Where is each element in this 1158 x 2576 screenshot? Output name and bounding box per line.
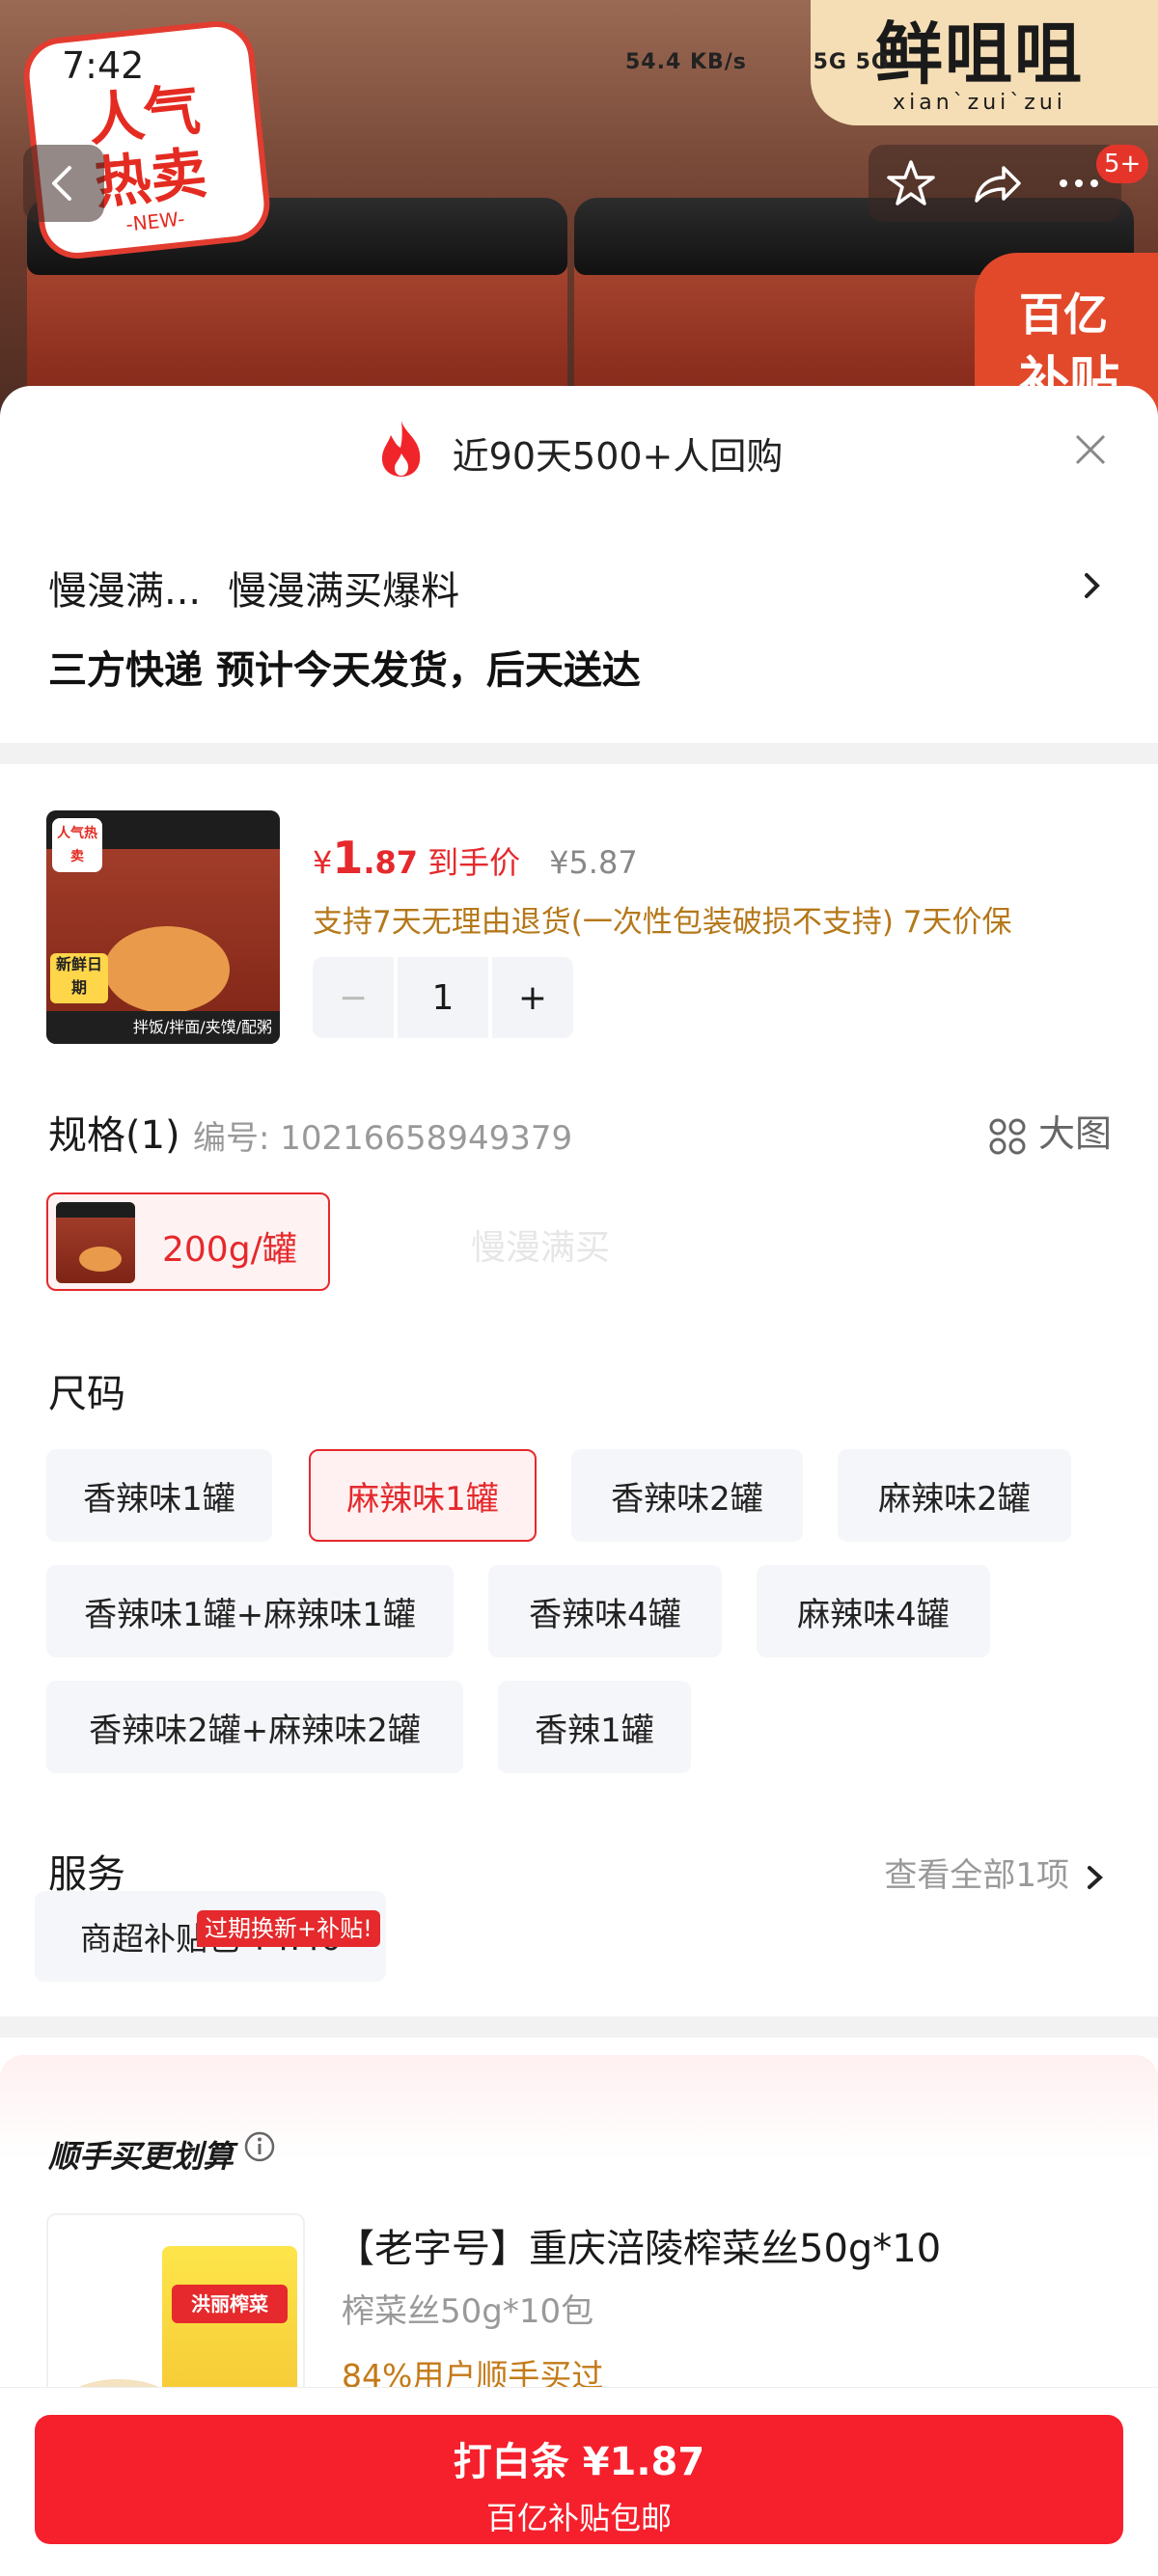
sheet-header: 近90天500+人回购 (0, 386, 1158, 511)
price-decimal: .87 (363, 844, 419, 881)
favorite-star-icon[interactable] (872, 145, 950, 222)
big-image-label: 大图 (1037, 1112, 1112, 1155)
net-speed: 54.4 KB/s (625, 50, 747, 74)
quantity-value[interactable]: 1 (398, 957, 488, 1038)
section-divider (0, 743, 1158, 764)
service-view-all[interactable]: 查看全部1项 (884, 1849, 1106, 1896)
repurchase-banner: 近90天500+人回购 (0, 419, 1158, 487)
back-arrow-icon (52, 166, 71, 201)
chevron-right-icon (1088, 1865, 1103, 1889)
size-option[interactable]: 麻辣味4罐 (757, 1565, 990, 1658)
thumb-ribbon: 拌饭/拌面/夹馍/配粥 (46, 1011, 280, 1044)
status-time: 7:42 (62, 44, 145, 87)
price-currency: ¥ (313, 844, 333, 881)
section-divider (0, 2016, 1158, 2038)
status-bar: 7:42 54.4 KB/s 5G 5G (0, 0, 1158, 135)
delivery-info: 三方快递 预计今天发货，后天送达 (48, 648, 641, 693)
spec-option-label: 200g/罐 (162, 1230, 297, 1270)
watermark: 慢漫满买 (471, 1228, 611, 1268)
size-option[interactable]: 香辣味1罐+麻辣味1罐 (46, 1565, 454, 1658)
product-thumbnail[interactable]: 人气热卖 新鲜日期 拌饭/拌面/夹馍/配粥 (46, 810, 280, 1044)
size-option[interactable]: 麻辣味2罐 (838, 1449, 1071, 1542)
spec-title: 规格(1) (48, 1113, 180, 1158)
price-line: ¥1.87 到手价 ¥5.87 (313, 832, 638, 884)
price-label: 到手价 (427, 844, 521, 881)
buy-with-baitiao-button[interactable]: 打白条 ¥1.87 百亿补贴包邮 (35, 2415, 1123, 2544)
seller-row[interactable]: 慢漫满... 慢漫满买爆料 (48, 560, 459, 616)
repurchase-text: 近90天500+人回购 (452, 435, 784, 478)
service-tag: 过期换新+补贴! (197, 1910, 380, 1947)
message-count-badge: 5+ (1096, 145, 1149, 183)
thumb-hot-tag: 人气热卖 (52, 818, 102, 872)
signal-icon: 5G 5G (813, 50, 890, 74)
combo-item-spec: 榨菜丝50g*10包 (342, 2292, 594, 2331)
size-option[interactable]: 香辣味1罐 (46, 1449, 272, 1542)
increase-button[interactable]: + (492, 957, 573, 1038)
combo-title: 顺手买更划算 (48, 2138, 234, 2175)
size-option[interactable]: 香辣味4罐 (488, 1565, 722, 1658)
sku-selector-sheet: 近90天500+人回购 慢漫满... 慢漫满买爆料 三方快递 预计今天发货，后天送… (0, 386, 1158, 2576)
thumb-fresh-tag: 新鲜日期 (50, 953, 108, 1003)
info-icon[interactable] (243, 2130, 276, 2163)
chevron-right-icon[interactable] (1081, 569, 1104, 602)
size-title: 尺码 (48, 1372, 125, 1416)
share-icon[interactable] (957, 145, 1034, 222)
buy-button-sub: 百亿补贴包邮 (485, 2500, 672, 2536)
size-option-selected[interactable]: 麻辣味1罐 (309, 1449, 537, 1542)
top-action-group (868, 145, 1121, 222)
size-option[interactable]: 香辣味2罐 (571, 1449, 803, 1542)
service-view-all-label: 查看全部1项 (884, 1856, 1069, 1895)
quantity-stepper: − 1 + (313, 957, 573, 1038)
combo-pack-logo: 洪丽榨菜 (172, 2285, 288, 2323)
seller-tagline: 慢漫满买爆料 (228, 569, 460, 614)
original-price: ¥5.87 (549, 844, 638, 881)
bottom-action-bar: 打白条 ¥1.87 百亿补贴包邮 (0, 2387, 1158, 2576)
fire-icon (375, 419, 427, 487)
size-option[interactable]: 香辣1罐 (498, 1681, 691, 1773)
close-icon[interactable] (1071, 430, 1110, 469)
combo-item-name[interactable]: 【老字号】重庆涪陵榨菜丝50g*10 (336, 2217, 941, 2273)
spec-option-200g[interactable]: 200g/罐 (46, 1192, 330, 1291)
spec-option-thumb (56, 1202, 135, 1283)
seller-short-name: 慢漫满... (48, 569, 202, 614)
back-button[interactable] (23, 145, 104, 222)
decrease-button[interactable]: − (313, 957, 394, 1038)
return-guarantee: 支持7天无理由退货(一次性包装破损不支持) 7天价保 (313, 905, 1012, 940)
size-option[interactable]: 香辣味2罐+麻辣味2罐 (46, 1681, 463, 1773)
buy-button-main: 打白条 ¥1.87 (453, 2440, 705, 2484)
status-icons: 54.4 KB/s 5G 5G (625, 50, 890, 74)
big-image-toggle[interactable]: 大图 (988, 1104, 1112, 1157)
subsidy-corner-a: 百亿 (1019, 288, 1108, 341)
price-integer: 1 (332, 832, 364, 884)
grid-icon (989, 1118, 1026, 1154)
spec-code: 编号: 10216658949379 (193, 1119, 573, 1158)
